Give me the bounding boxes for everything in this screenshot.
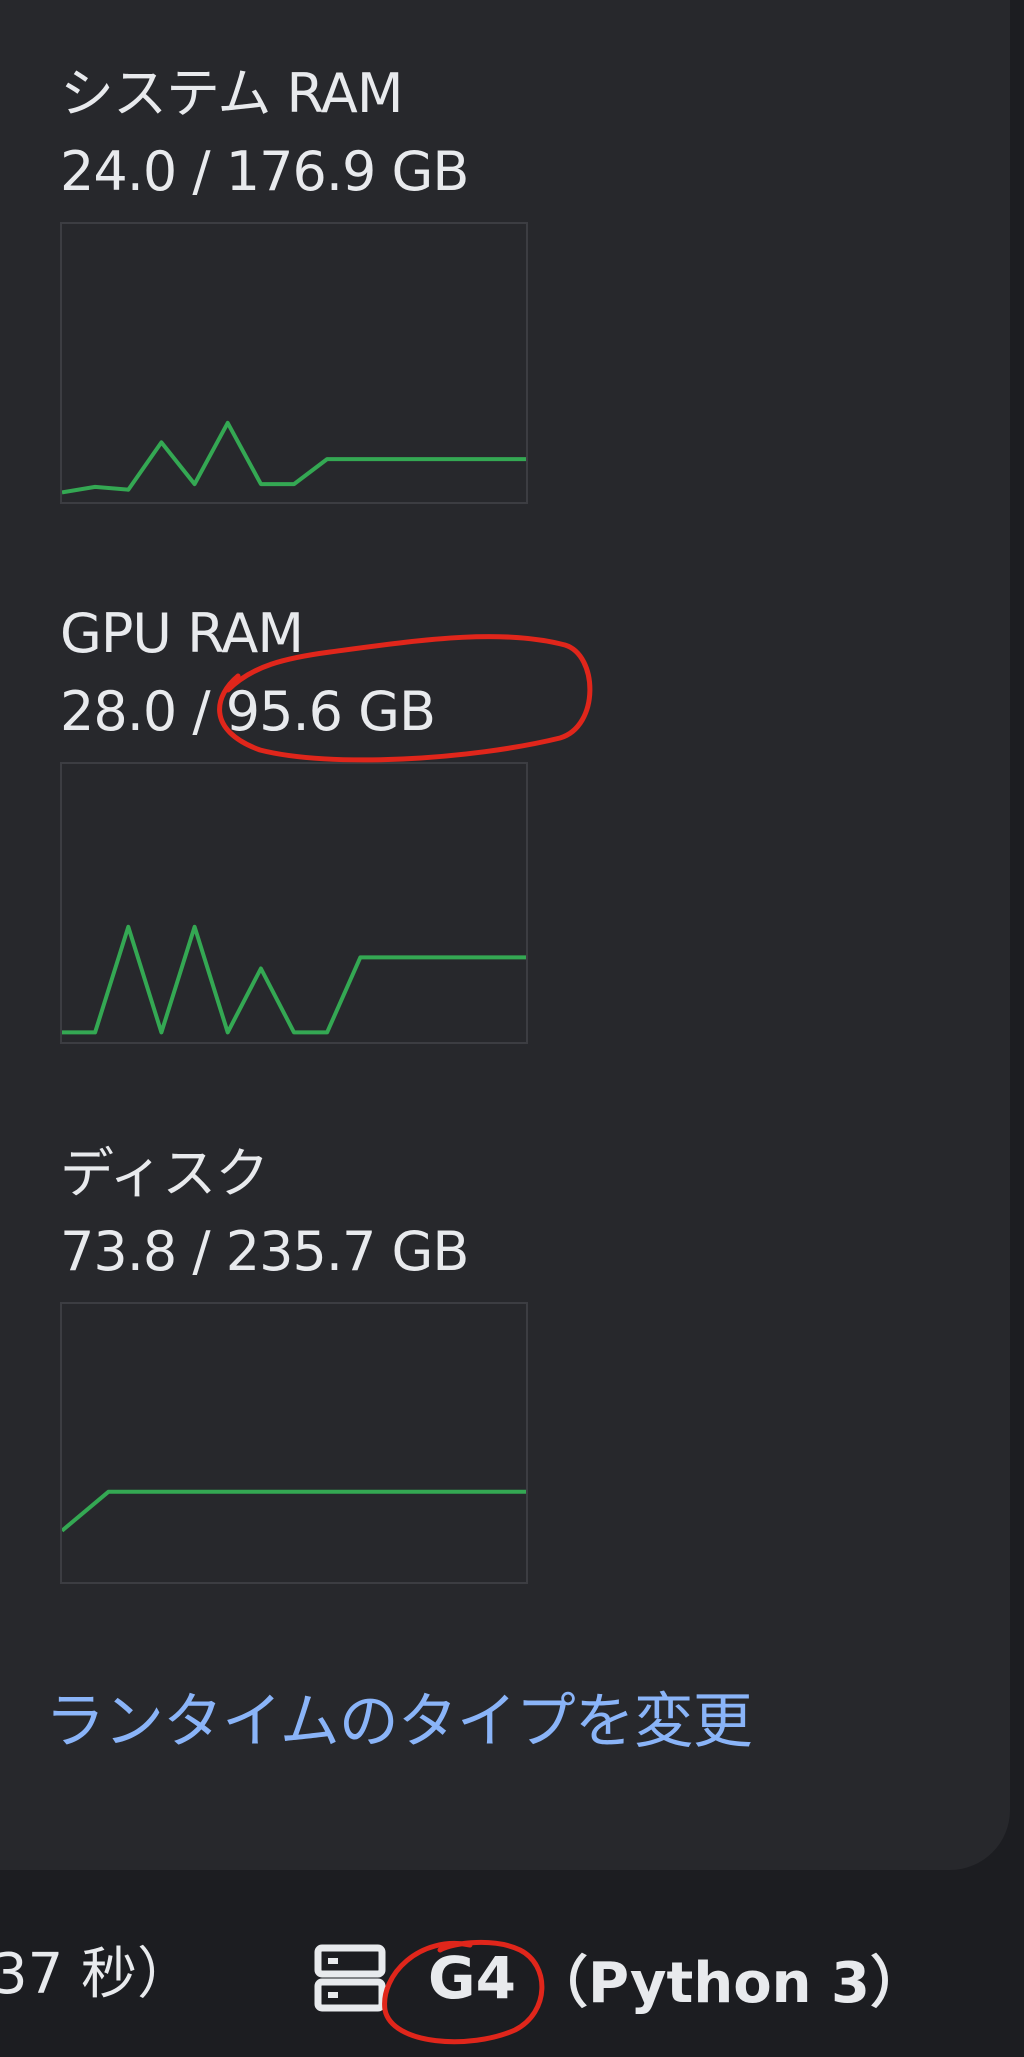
system-ram-graph <box>60 222 528 504</box>
system-ram-section: システム RAM 24.0 / 176.9 GB <box>60 55 469 211</box>
gpu-ram-usage-line <box>62 924 526 1035</box>
status-bar: 37 秒） G4 （Python 3） <box>0 1905 1024 2057</box>
runtime-status-button[interactable]: G4 （Python 3） <box>312 1933 926 2023</box>
system-ram-usage-line <box>62 420 526 495</box>
disk-chart <box>62 1489 526 1533</box>
gpu-ram-section: GPU RAM 28.0 / 95.6 GB <box>60 595 436 751</box>
system-ram-chart <box>62 420 526 495</box>
gpu-ram-chart <box>62 924 526 1035</box>
runtime-language-label: （Python 3） <box>531 1950 926 2016</box>
system-ram-title: システム RAM <box>60 62 403 125</box>
system-ram-value: 24.0 / 176.9 GB <box>60 140 469 203</box>
gpu-ram-graph <box>60 762 528 1044</box>
disk-graph <box>60 1302 528 1584</box>
gpu-ram-value: 28.0 / 95.6 GB <box>60 680 436 743</box>
gpu-type-label: G4 <box>428 1944 516 2012</box>
disk-section: ディスク 73.8 / 235.7 GB <box>60 1135 469 1291</box>
gpu-ram-title: GPU RAM <box>60 602 304 665</box>
resources-panel: システム RAM 24.0 / 176.9 GB GPU RAM 28.0 / … <box>0 0 1010 1870</box>
change-runtime-type-link[interactable]: ランタイムのタイプを変更 <box>45 1682 753 1762</box>
disk-value: 73.8 / 235.7 GB <box>60 1220 469 1283</box>
execution-time-text: 37 秒） <box>0 1942 194 2007</box>
disk-title: ディスク <box>60 1142 269 1205</box>
disk-usage-line <box>62 1489 526 1533</box>
server-icon <box>314 1944 386 2012</box>
